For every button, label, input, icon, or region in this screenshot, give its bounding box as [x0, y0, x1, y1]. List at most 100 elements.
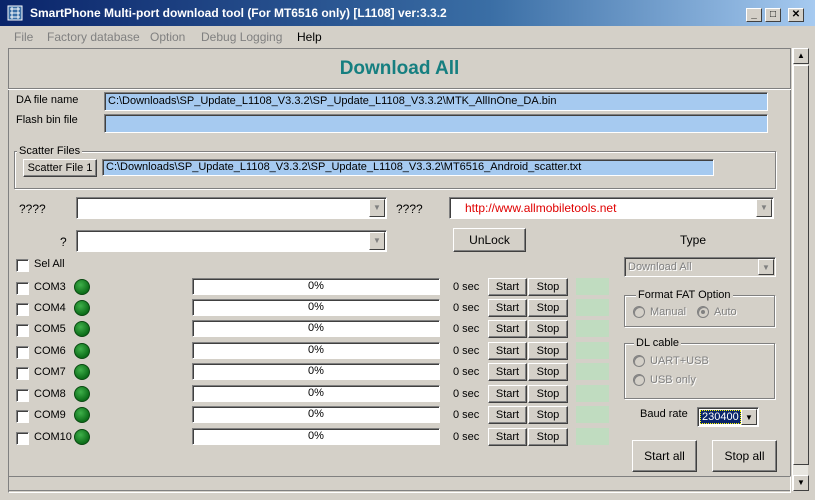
port-checkbox[interactable] — [16, 282, 29, 295]
menu-help[interactable]: Help — [297, 30, 322, 44]
stop-all-button[interactable]: Stop all — [712, 440, 777, 472]
port-time: 0 sec — [453, 281, 480, 293]
scroll-up-icon[interactable]: ▲ — [793, 48, 809, 64]
port-name: COM10 — [34, 431, 72, 443]
port-progress: 0% — [192, 406, 440, 423]
uart-usb-radio[interactable] — [633, 355, 645, 367]
chevron-down-icon[interactable]: ▼ — [369, 199, 385, 217]
port-time: 0 sec — [453, 431, 480, 443]
chevron-down-icon[interactable]: ▼ — [758, 259, 774, 275]
scroll-thumb[interactable] — [793, 65, 809, 465]
port-time: 0 sec — [453, 302, 480, 314]
close-button[interactable]: ✕ — [788, 8, 804, 22]
port-start-button[interactable]: Start — [488, 363, 527, 381]
port-stop-button[interactable]: Stop — [528, 320, 568, 338]
scatter-file-button[interactable]: Scatter File 1 — [23, 159, 97, 177]
da-file-label: DA file name — [16, 94, 79, 106]
baud-rate-label: Baud rate — [640, 408, 688, 420]
port-name: COM4 — [34, 302, 66, 314]
type-value: Download All — [628, 261, 692, 273]
port-start-button[interactable]: Start — [488, 406, 527, 424]
da-file-field[interactable]: C:\Downloads\SP_Update_L1108_V3.3.2\SP_U… — [104, 92, 768, 111]
port-start-button[interactable]: Start — [488, 278, 527, 296]
scroll-down-icon[interactable]: ▼ — [793, 475, 809, 491]
vertical-scrollbar[interactable]: ▲ ▼ — [792, 48, 809, 491]
port-status — [576, 299, 609, 316]
port-checkbox[interactable] — [16, 303, 29, 316]
flash-bin-field[interactable] — [104, 114, 768, 133]
combo2-select[interactable]: http://www.allmobiletools.net ▼ — [449, 197, 774, 219]
port-stop-button[interactable]: Stop — [528, 385, 568, 403]
port-status — [576, 278, 609, 295]
unlock-button[interactable]: UnLock — [453, 228, 526, 252]
status-led-icon — [74, 386, 90, 402]
port-stop-button[interactable]: Stop — [528, 363, 568, 381]
usb-only-radio[interactable] — [633, 374, 645, 386]
sel-all-checkbox[interactable] — [16, 259, 29, 272]
port-checkbox[interactable] — [16, 346, 29, 359]
auto-radio[interactable] — [697, 306, 709, 318]
page-title: Download All — [339, 58, 460, 79]
start-all-button[interactable]: Start all — [632, 440, 697, 472]
combo3-select[interactable]: ▼ — [76, 230, 387, 252]
app-icon — [7, 5, 23, 21]
menu-file[interactable]: File — [14, 30, 33, 44]
status-led-icon — [74, 407, 90, 423]
port-stop-button[interactable]: Stop — [528, 406, 568, 424]
port-name: COM9 — [34, 409, 66, 421]
port-stop-button[interactable]: Stop — [528, 342, 568, 360]
port-checkbox[interactable] — [16, 389, 29, 402]
maximize-button[interactable]: □ — [765, 8, 781, 22]
port-stop-button[interactable]: Stop — [528, 299, 568, 317]
baud-rate-select[interactable]: 230400 ▼ — [697, 407, 759, 427]
combo1-select[interactable]: ▼ — [76, 197, 387, 219]
window-title: SmartPhone Multi-port download tool (For… — [30, 6, 447, 20]
chevron-down-icon[interactable]: ▼ — [369, 232, 385, 250]
usb-only-label: USB only — [650, 374, 696, 386]
port-name: COM3 — [34, 281, 66, 293]
port-checkbox[interactable] — [16, 324, 29, 337]
port-progress: 0% — [192, 299, 440, 316]
scatter-file-field[interactable]: C:\Downloads\SP_Update_L1108_V3.3.2\SP_U… — [102, 159, 714, 176]
port-checkbox[interactable] — [16, 410, 29, 423]
port-status — [576, 406, 609, 423]
status-led-icon — [74, 429, 90, 445]
combo2-label: ???? — [396, 202, 423, 216]
port-stop-button[interactable]: Stop — [528, 278, 568, 296]
port-start-button[interactable]: Start — [488, 299, 527, 317]
status-bar — [8, 476, 791, 493]
chevron-down-icon[interactable]: ▼ — [741, 409, 757, 425]
port-time: 0 sec — [453, 366, 480, 378]
title-bar[interactable]: SmartPhone Multi-port download tool (For… — [0, 0, 815, 26]
port-start-button[interactable]: Start — [488, 428, 527, 446]
auto-label: Auto — [714, 306, 737, 318]
sel-all-label: Sel All — [34, 258, 65, 270]
manual-radio[interactable] — [633, 306, 645, 318]
port-status — [576, 363, 609, 380]
port-name: COM8 — [34, 388, 66, 400]
type-select[interactable]: Download All ▼ — [624, 257, 776, 277]
port-start-button[interactable]: Start — [488, 342, 527, 360]
port-name: COM6 — [34, 345, 66, 357]
port-checkbox[interactable] — [16, 432, 29, 445]
port-time: 0 sec — [453, 345, 480, 357]
combo2-value: http://www.allmobiletools.net — [465, 201, 617, 215]
port-start-button[interactable]: Start — [488, 320, 527, 338]
status-led-icon — [74, 364, 90, 380]
port-start-button[interactable]: Start — [488, 385, 527, 403]
port-stop-button[interactable]: Stop — [528, 428, 568, 446]
port-progress: 0% — [192, 428, 440, 445]
menu-factory-database[interactable]: Factory database — [47, 30, 140, 44]
port-status — [576, 320, 609, 337]
port-status — [576, 342, 609, 359]
minimize-button[interactable]: _ — [746, 8, 762, 22]
port-checkbox[interactable] — [16, 367, 29, 380]
menu-bar: File Factory database Option Debug Loggi… — [0, 27, 815, 47]
menu-debug-logging[interactable]: Debug Logging — [201, 30, 282, 44]
port-status — [576, 385, 609, 402]
menu-option[interactable]: Option — [150, 30, 185, 44]
status-led-icon — [74, 321, 90, 337]
chevron-down-icon[interactable]: ▼ — [756, 199, 772, 217]
status-led-icon — [74, 300, 90, 316]
baud-rate-value: 230400 — [700, 410, 741, 424]
